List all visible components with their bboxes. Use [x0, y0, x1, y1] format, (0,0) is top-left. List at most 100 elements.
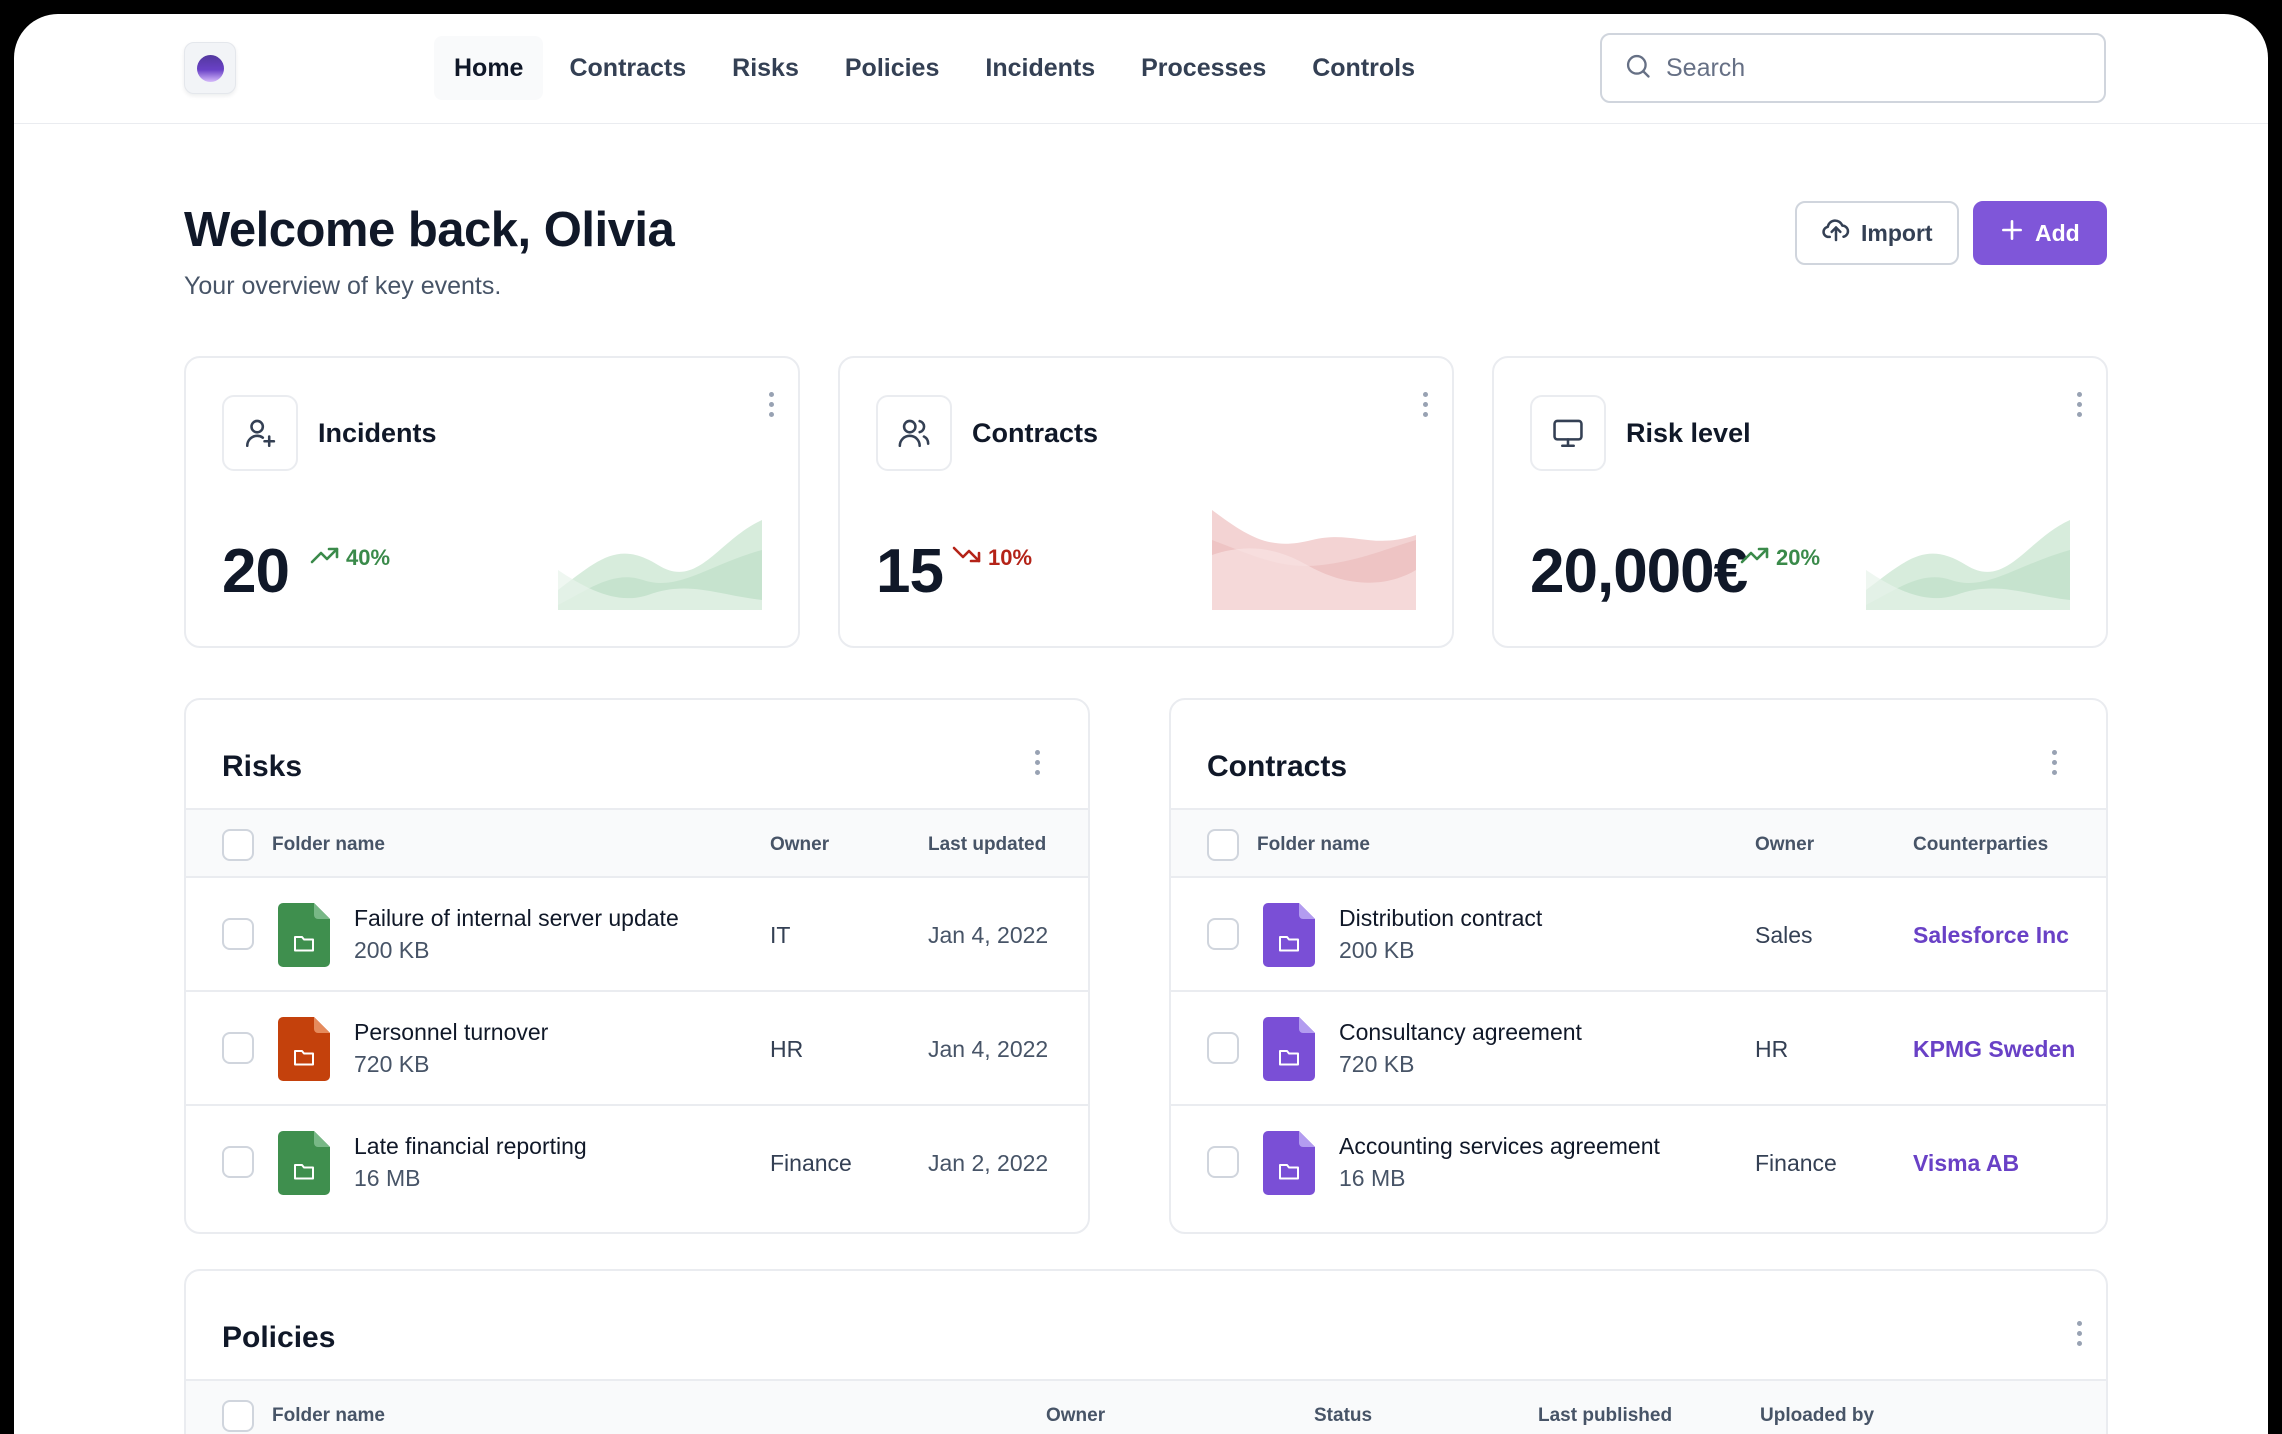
column-header: Folder name — [1257, 834, 1370, 855]
owner-cell: HR — [1755, 1036, 1789, 1062]
date-cell: Jan 4, 2022 — [928, 1036, 1049, 1062]
table-header: Folder name Owner Counterparties — [1171, 808, 2106, 878]
column-header: Counterparties — [1913, 834, 2049, 855]
nav-item-controls[interactable]: Controls — [1292, 36, 1435, 100]
stat-card-incidents: Incidents 20 40% — [184, 356, 800, 648]
row-checkbox[interactable] — [222, 1146, 254, 1178]
nav-item-contracts[interactable]: Contracts — [549, 36, 706, 100]
nav-item-policies[interactable]: Policies — [825, 36, 960, 100]
file-name: Late financial reporting — [354, 1133, 587, 1159]
column-header: Owner — [1046, 1405, 1106, 1426]
sparkline-chart — [1866, 520, 2070, 610]
more-options-icon[interactable] — [756, 384, 786, 424]
stat-title: Risk level — [1626, 418, 1751, 448]
app-window: Home Contracts Risks Policies Incidents … — [14, 14, 2268, 1434]
folder-file-icon — [1263, 1131, 1315, 1195]
table-body: Failure of internal server update 200 KB… — [186, 878, 1088, 1232]
table-row[interactable]: Distribution contract 200 KB Sales Sales… — [1171, 878, 2106, 992]
more-options-icon[interactable] — [1410, 384, 1440, 424]
folder-file-icon — [278, 903, 330, 967]
column-header: Folder name — [272, 834, 385, 855]
counterparty-link[interactable]: Salesforce Inc — [1913, 922, 2069, 949]
column-header: Last updated — [928, 834, 1047, 855]
folder-file-icon — [278, 1017, 330, 1081]
trend-up-icon — [1740, 544, 1770, 572]
trend-up-icon — [310, 544, 340, 572]
table-row[interactable]: Consultancy agreement 720 KB HR KPMG Swe… — [1171, 992, 2106, 1106]
stat-trend: 20% — [1740, 544, 1820, 572]
row-checkbox[interactable] — [222, 1032, 254, 1064]
column-header: Owner — [1755, 834, 1815, 855]
file-name: Failure of internal server update — [354, 905, 679, 931]
date-cell: Jan 2, 2022 — [928, 1150, 1049, 1176]
more-options-icon[interactable] — [2064, 384, 2094, 424]
search-input[interactable] — [1666, 53, 2066, 83]
file-name: Consultancy agreement — [1339, 1019, 1582, 1045]
table-header: Folder name Owner Last updated — [186, 808, 1088, 878]
trend-value: 40% — [346, 545, 391, 570]
row-checkbox[interactable] — [1207, 1032, 1239, 1064]
row-checkbox[interactable] — [1207, 918, 1239, 950]
stat-trend: 40% — [310, 544, 390, 572]
nav-item-processes[interactable]: Processes — [1121, 36, 1286, 100]
table-body: Distribution contract 200 KB Sales Sales… — [1171, 878, 2106, 1232]
add-label: Add — [2035, 219, 2080, 246]
more-options-icon[interactable] — [2064, 1313, 2094, 1353]
nav-item-risks[interactable]: Risks — [712, 36, 819, 100]
select-all-checkbox[interactable] — [1207, 829, 1239, 861]
stat-value: 15 — [876, 537, 944, 606]
sparkline-chart — [1212, 510, 1416, 610]
more-options-icon[interactable] — [2039, 742, 2069, 782]
folder-file-icon — [278, 1131, 330, 1195]
user-plus-icon — [222, 395, 298, 471]
logo[interactable] — [184, 42, 236, 94]
owner-cell: Finance — [1755, 1150, 1837, 1176]
stat-title: Contracts — [972, 418, 1099, 448]
add-button[interactable]: Add — [1973, 201, 2107, 265]
search-icon — [1624, 52, 1652, 85]
file-size: 200 KB — [354, 937, 430, 963]
contracts-panel: Contracts Folder name Owner Counterparti… — [1169, 698, 2108, 1234]
monitor-icon — [1530, 395, 1606, 471]
row-checkbox[interactable] — [1207, 1146, 1239, 1178]
stat-card-risk-level: Risk level 20,000€ 20% — [1492, 356, 2108, 648]
column-header: Owner — [770, 834, 830, 855]
table-row[interactable]: Personnel turnover 720 KB HR Jan 4, 2022 — [186, 992, 1088, 1106]
import-button[interactable]: Import — [1795, 201, 1959, 265]
counterparty-link[interactable]: KPMG Sweden — [1913, 1036, 2075, 1063]
table-row[interactable]: Late financial reporting 16 MB Finance J… — [186, 1106, 1088, 1220]
risks-panel: Risks Folder name Owner Last updated Fai… — [184, 698, 1090, 1234]
counterparty-link[interactable]: Visma AB — [1913, 1150, 2019, 1177]
trend-value: 10% — [988, 545, 1033, 570]
stat-title: Incidents — [318, 418, 437, 448]
file-size: 720 KB — [1339, 1051, 1415, 1077]
page-title: Welcome back, Olivia — [184, 203, 675, 257]
main-menu: Home Contracts Risks Policies Incidents … — [434, 36, 1435, 100]
search-box[interactable] — [1600, 33, 2106, 103]
nav-item-incidents[interactable]: Incidents — [965, 36, 1115, 100]
table-header: Folder name Owner Status Last published … — [186, 1379, 2106, 1434]
select-all-checkbox[interactable] — [222, 829, 254, 861]
page-subtitle: Your overview of key events. — [184, 272, 502, 300]
table-row[interactable]: Failure of internal server update 200 KB… — [186, 878, 1088, 992]
row-checkbox[interactable] — [222, 918, 254, 950]
select-all-checkbox[interactable] — [222, 1400, 254, 1432]
top-navigation: Home Contracts Risks Policies Incidents … — [14, 14, 2268, 124]
logo-mark — [197, 55, 224, 82]
plus-icon — [1999, 217, 2025, 249]
stat-trend: 10% — [952, 544, 1032, 572]
more-options-icon[interactable] — [1022, 742, 1052, 782]
file-name: Accounting services agreement — [1339, 1133, 1660, 1159]
column-header: Uploaded by — [1760, 1405, 1875, 1426]
table-row[interactable]: Accounting services agreement 16 MB Fina… — [1171, 1106, 2106, 1220]
file-size: 16 MB — [354, 1165, 421, 1191]
owner-cell: Sales — [1755, 922, 1813, 948]
import-label: Import — [1861, 219, 1933, 246]
stat-value: 20,000€ — [1530, 537, 1748, 606]
folder-file-icon — [1263, 903, 1315, 967]
folder-file-icon — [1263, 1017, 1315, 1081]
column-header: Status — [1314, 1405, 1373, 1426]
owner-cell: HR — [770, 1036, 804, 1062]
nav-item-home[interactable]: Home — [434, 36, 544, 100]
sparkline-chart — [558, 520, 762, 610]
